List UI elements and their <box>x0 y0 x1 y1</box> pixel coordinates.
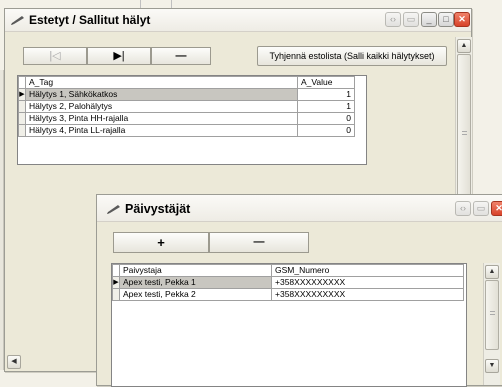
table-row[interactable]: ▶ Apex testi, Pekka 1 +358XXXXXXXXX <box>112 276 464 289</box>
title-bar[interactable]: Estetyt / Sallitut hälyt ‹› ▭ _ □ ✕ <box>5 9 471 32</box>
delete-record-button[interactable]: — <box>209 232 309 253</box>
tag-cell[interactable]: Hälytys 1, Sähkökatkos <box>25 88 298 101</box>
pen-icon <box>11 16 24 25</box>
window-title: Päivystäjät <box>125 202 191 216</box>
scroll-up-icon[interactable]: ▲ <box>485 265 499 279</box>
background-window-fragment <box>140 0 172 8</box>
column-header-gsm[interactable]: GSM_Numero <box>271 264 464 277</box>
gsm-cell[interactable]: +358XXXXXXXXX <box>271 288 464 301</box>
restore-button[interactable]: ▭ <box>473 201 489 216</box>
row-selector[interactable] <box>18 100 26 113</box>
minimize-button[interactable]: _ <box>421 12 437 27</box>
close-button[interactable]: ✕ <box>454 12 470 27</box>
gsm-cell[interactable]: +358XXXXXXXXX <box>271 276 464 289</box>
row-selector[interactable] <box>18 124 26 137</box>
table-row[interactable]: Apex testi, Pekka 2 +358XXXXXXXXX <box>112 288 464 301</box>
window-title: Estetyt / Sallitut hälyt <box>29 13 151 27</box>
column-header-value[interactable]: A_Value <box>297 76 355 89</box>
maximize-button[interactable]: □ <box>438 12 454 27</box>
vertical-scrollbar[interactable]: ▲ ▼ <box>483 263 500 385</box>
pen-icon <box>107 205 120 214</box>
row-pointer-icon: ▶ <box>112 276 120 289</box>
title-bar[interactable]: Päivystäjät ‹› ▭ ✕ <box>97 195 502 222</box>
value-cell[interactable]: 0 <box>297 124 355 137</box>
on-call-window: Päivystäjät ‹› ▭ ✕ + — Paivystaja GSM_Nu… <box>96 194 502 387</box>
scroll-thumb[interactable] <box>485 280 499 350</box>
clear-blocklist-button[interactable]: Tyhjennä estolista (Salli kaikki hälytyk… <box>257 46 447 66</box>
column-header-tag[interactable]: A_Tag <box>25 76 298 89</box>
value-cell[interactable]: 1 <box>297 100 355 113</box>
scroll-left-icon[interactable]: ◀ <box>7 355 21 369</box>
scroll-up-icon[interactable]: ▲ <box>457 39 471 53</box>
alarm-grid[interactable]: A_Tag A_Value ▶ Hälytys 1, Sähkökatkos 1… <box>17 75 367 165</box>
table-row[interactable]: Hälytys 3, Pinta HH-rajalla 0 <box>18 112 355 125</box>
name-cell[interactable]: Apex testi, Pekka 2 <box>119 288 272 301</box>
help-button[interactable]: ‹› <box>385 12 401 27</box>
add-record-button[interactable]: + <box>113 232 209 253</box>
first-record-button[interactable]: |◁ <box>23 47 87 65</box>
header-row: Paivystaja GSM_Numero <box>112 264 464 277</box>
column-header-name[interactable]: Paivystaja <box>119 264 272 277</box>
tag-cell[interactable]: Hälytys 3, Pinta HH-rajalla <box>25 112 298 125</box>
value-cell[interactable]: 0 <box>297 112 355 125</box>
restore-button[interactable]: ▭ <box>403 12 419 27</box>
next-record-button[interactable]: ▶| <box>87 47 151 65</box>
table-row[interactable]: Hälytys 2, Palohälytys 1 <box>18 100 355 113</box>
row-pointer-icon: ▶ <box>18 88 26 101</box>
row-selector[interactable] <box>18 112 26 125</box>
tag-cell[interactable]: Hälytys 4, Pinta LL-rajalla <box>25 124 298 137</box>
header-corner <box>18 76 26 89</box>
table-row[interactable]: ▶ Hälytys 1, Sähkökatkos 1 <box>18 88 355 101</box>
close-button[interactable]: ✕ <box>491 201 502 216</box>
delete-record-button[interactable]: — <box>151 47 211 65</box>
tag-cell[interactable]: Hälytys 2, Palohälytys <box>25 100 298 113</box>
value-cell[interactable]: 1 <box>297 88 355 101</box>
header-corner <box>112 264 120 277</box>
header-row: A_Tag A_Value <box>18 76 355 89</box>
help-button[interactable]: ‹› <box>455 201 471 216</box>
table-row[interactable]: Hälytys 4, Pinta LL-rajalla 0 <box>18 124 355 137</box>
row-selector[interactable] <box>112 288 120 301</box>
name-cell[interactable]: Apex testi, Pekka 1 <box>119 276 272 289</box>
on-call-grid[interactable]: Paivystaja GSM_Numero ▶ Apex testi, Pekk… <box>111 263 467 387</box>
scroll-down-icon[interactable]: ▼ <box>485 359 499 373</box>
alarm-table: A_Tag A_Value ▶ Hälytys 1, Sähkökatkos 1… <box>18 76 355 137</box>
on-call-table: Paivystaja GSM_Numero ▶ Apex testi, Pekk… <box>112 264 464 301</box>
